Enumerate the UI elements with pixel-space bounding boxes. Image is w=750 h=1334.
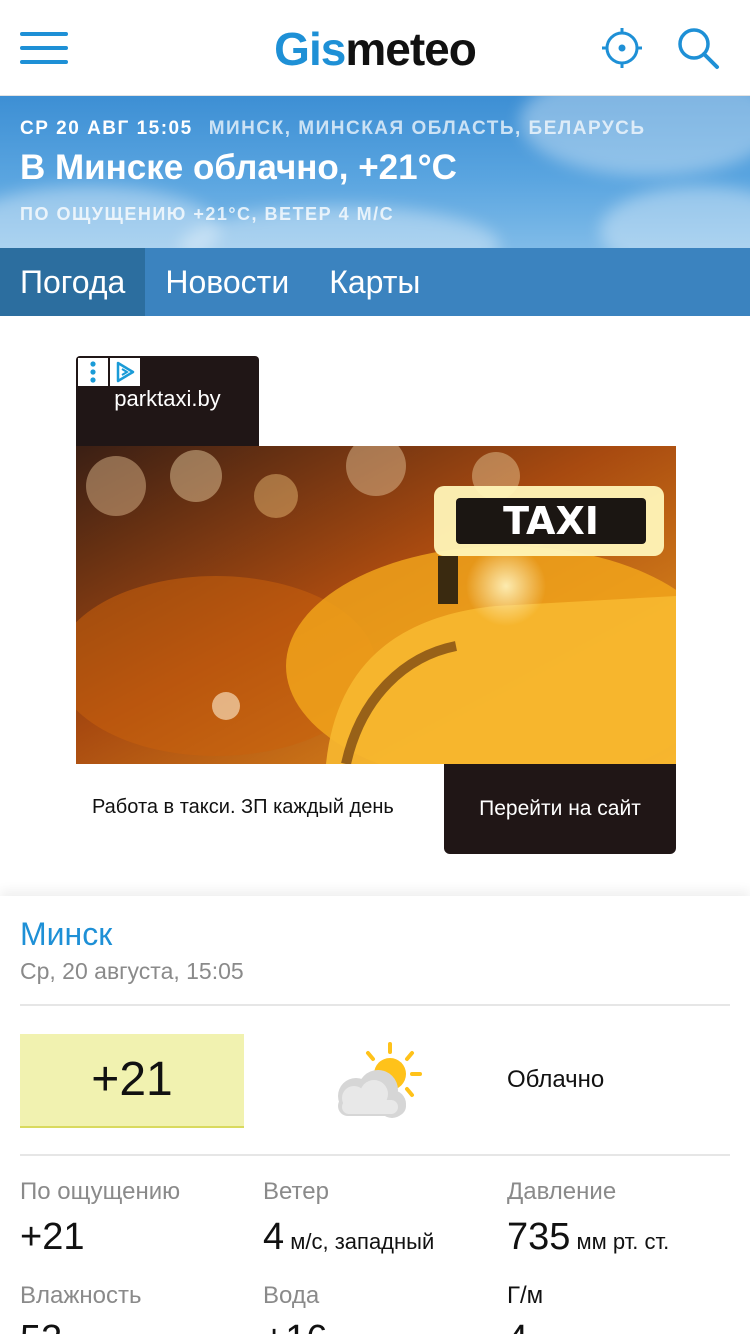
logo-part-gis: Gis [274,23,346,75]
top-bar: Gismeteo [0,0,750,96]
banner-meta: СР 20 АВГ 15:05 МИНСК, МИНСКАЯ ОБЛАСТЬ, Б… [20,118,646,140]
ad-options-icon[interactable] [78,358,108,386]
water-label: Вода [263,1282,320,1309]
adchoices-icon[interactable] [110,358,140,386]
wind-value: 4 м/с, западный [263,1216,434,1259]
pressure-unit: мм рт. ст. [570,1229,670,1254]
water-value: +16 [263,1318,327,1334]
feels-like-number: +21 [20,1216,85,1258]
weather-card: Минск Ср, 20 августа, 15:05 +21 Облачно … [0,896,750,1334]
location-target-icon[interactable] [600,26,644,70]
weather-date: Ср, 20 августа, 15:05 [20,958,244,984]
ad-taxi-image[interactable]: TAXI [76,446,676,764]
wind-label: Ветер [263,1178,329,1205]
tab-maps[interactable]: Карты [309,248,440,316]
pressure-number: 735 [507,1216,571,1258]
ad-cta-button[interactable]: Перейти на сайт [444,764,676,854]
banner-subtitle: ПО ОЩУЩЕНИЮ +21°С, ВЕТЕР 4 М/С [20,204,395,224]
geomagnetic-label: Г/м [507,1282,544,1309]
search-icon[interactable] [676,26,720,70]
tab-weather[interactable]: Погода [0,248,146,316]
humidity-value: 53 [20,1318,62,1334]
feels-like-label: По ощущению [20,1178,181,1205]
banner-location: МИНСК, МИНСКАЯ ОБЛАСТЬ, БЕЛАРУСЬ [208,118,646,139]
banner-datetime: СР 20 АВГ 15:05 [20,118,193,139]
banner-title: В Минске облачно, +21°C [20,148,457,187]
pressure-label: Давление [507,1178,617,1205]
wind-unit: м/с, западный [284,1229,435,1254]
weather-condition: Облачно [507,1066,605,1093]
wind-number: 4 [263,1216,285,1258]
city-link[interactable]: Минск [20,916,112,953]
geomagnetic-value: 4 [507,1318,528,1334]
feels-like-value: +21 [20,1216,84,1259]
ad-domain: parktaxi.by [114,386,221,411]
tab-news[interactable]: Новости [145,248,309,316]
advertisement: parktaxi.by TAXI Работа в такси. ЗП кажд… [0,316,750,896]
ad-caption: Работа в такси. ЗП каждый день [92,796,394,818]
current-weather-banner: СР 20 АВГ 15:05 МИНСК, МИНСКАЯ ОБЛАСТЬ, Б… [0,96,750,248]
ad-header[interactable]: parktaxi.by [76,356,259,446]
divider [20,1004,730,1006]
current-temperature: +21 [20,1034,244,1128]
pressure-value: 735 мм рт. ст. [507,1216,669,1259]
divider [20,1154,730,1156]
logo-part-meteo: meteo [345,23,476,75]
partly-cloudy-icon [326,1038,426,1124]
main-tabs: Погода Новости Карты [0,248,750,316]
humidity-label: Влажность [20,1282,142,1309]
taxi-sign-text: TAXI [503,499,599,543]
